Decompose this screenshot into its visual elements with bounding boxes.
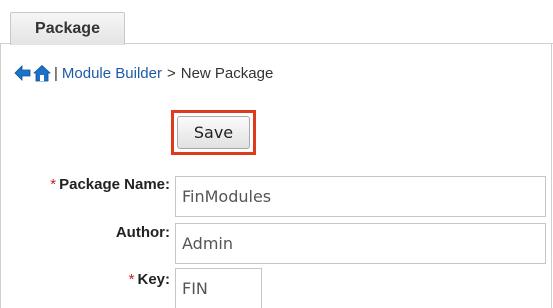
key-field[interactable]: FIN: [175, 268, 262, 308]
breadcrumb-current: New Package: [180, 64, 274, 82]
key-label: * Key:: [128, 271, 170, 288]
breadcrumb-separator: |: [54, 64, 58, 82]
tab-bar: Package: [0, 0, 553, 45]
package-name-field[interactable]: FinModules: [175, 176, 546, 217]
breadcrumb: | Module Builder > New Package: [14, 60, 273, 86]
required-marker: *: [128, 271, 135, 288]
home-icon[interactable]: [33, 64, 51, 82]
author-label: Author:: [115, 224, 170, 241]
package-name-label: * Package Name:: [50, 176, 170, 193]
module-builder-link[interactable]: Module Builder: [62, 65, 162, 82]
save-button[interactable]: Save: [177, 116, 250, 149]
required-marker: *: [50, 176, 57, 193]
back-arrow-icon[interactable]: [14, 65, 31, 81]
author-field[interactable]: Admin: [175, 223, 546, 264]
breadcrumb-arrow: >: [166, 64, 176, 82]
tab-package[interactable]: Package: [10, 12, 125, 45]
save-button-highlight: Save: [171, 110, 256, 155]
